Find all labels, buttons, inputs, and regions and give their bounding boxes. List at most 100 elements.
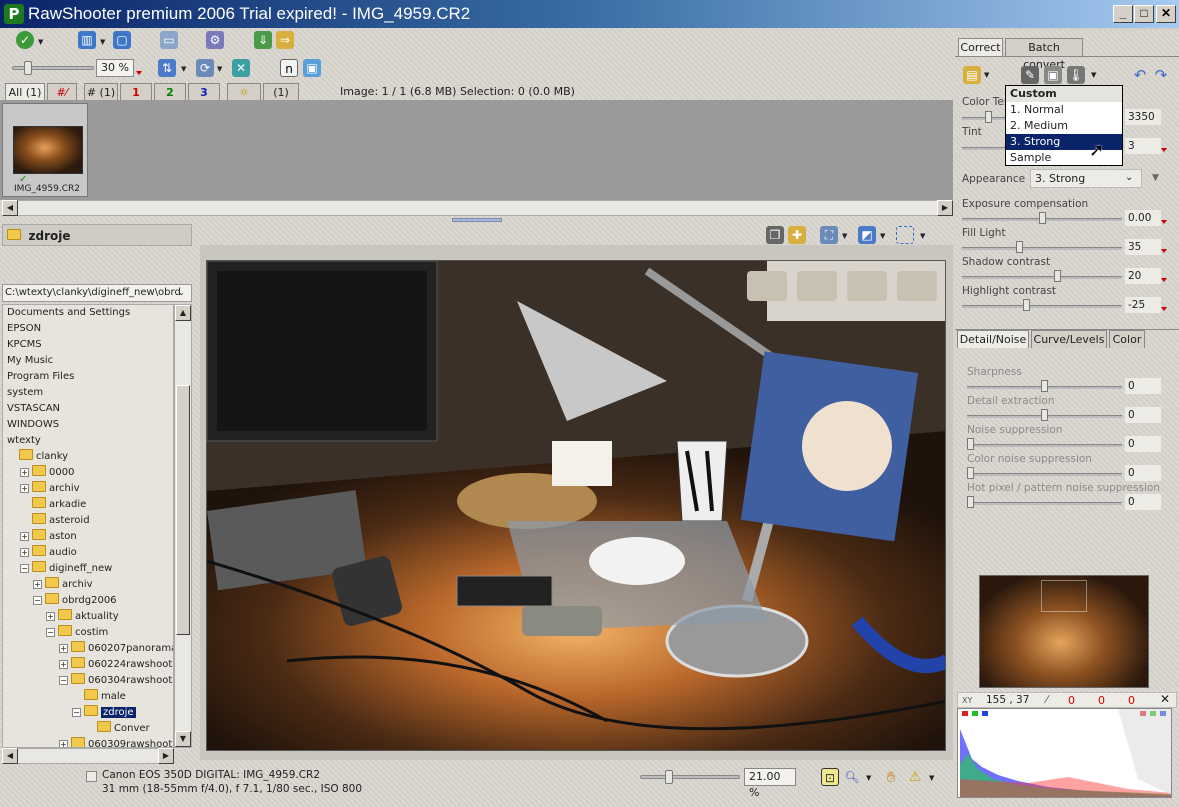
fit-window-icon[interactable]: ⊡: [821, 768, 839, 786]
tree-item[interactable]: Conver: [3, 721, 173, 737]
collapse-arrow-icon[interactable]: ▼: [1152, 173, 1159, 183]
tab-batch-convert[interactable]: Batch convert: [1005, 38, 1083, 71]
filter-tab-2[interactable]: 2: [154, 83, 186, 101]
menu-item-strong[interactable]: 3. Strong: [1006, 134, 1122, 150]
undo-icon[interactable]: ↶: [1131, 66, 1149, 84]
slider-value[interactable]: 0.00: [1125, 210, 1161, 226]
menu-item-normal[interactable]: 1. Normal: [1006, 102, 1122, 118]
tree-item[interactable]: male: [3, 689, 173, 705]
trash-icon[interactable]: ✕: [232, 59, 250, 77]
slider-handle[interactable]: [967, 496, 974, 508]
chevron-down-icon[interactable]: ⌄: [178, 288, 185, 297]
expand-icon[interactable]: +: [59, 740, 68, 747]
slider-track[interactable]: [967, 444, 1122, 447]
slider-track[interactable]: [962, 247, 1122, 250]
paste-icon[interactable]: ✚: [788, 226, 806, 244]
scroll-up-button[interactable]: ▲: [175, 305, 191, 321]
select-icon[interactable]: [896, 226, 914, 244]
tree-item[interactable]: − digineff_new: [3, 561, 173, 577]
slider-value[interactable]: 20: [1125, 268, 1161, 284]
chevron-down-icon[interactable]: ⌄: [1125, 172, 1133, 183]
chevron-down-icon[interactable]: ▼: [866, 774, 871, 782]
filter-tab-rejected[interactable]: #⁄: [47, 83, 77, 101]
scroll-left-button[interactable]: ◀: [2, 200, 18, 216]
slider-handle[interactable]: [1041, 380, 1048, 392]
tree-item[interactable]: asteroid: [3, 513, 173, 529]
tree-item[interactable]: − costim: [3, 625, 173, 641]
tree-item[interactable]: +060207panorama: [3, 641, 173, 657]
menu-item-sample[interactable]: Sample: [1006, 150, 1122, 166]
tree-item[interactable]: wtexty: [3, 433, 173, 449]
color-temperature-handle[interactable]: [985, 111, 992, 123]
layout-split-icon[interactable]: ▥: [78, 31, 96, 49]
maximize-button[interactable]: □: [1134, 5, 1154, 23]
image-toggle-icon[interactable]: ▣: [303, 59, 321, 77]
slider-handle[interactable]: [1015, 241, 1023, 253]
eyedropper-icon[interactable]: ⁄: [1046, 693, 1048, 706]
tree-item[interactable]: + aktuality: [3, 609, 173, 625]
tree-item[interactable]: − 060304rawshoot: [3, 673, 173, 689]
zoom-icon[interactable]: 🔍︎: [843, 768, 861, 786]
temperature-icon[interactable]: 🌡︎: [1067, 66, 1085, 84]
tree-item[interactable]: +060224rawshoot: [3, 657, 173, 673]
collapse-icon[interactable]: −: [59, 676, 68, 685]
slider-menu-marker[interactable]: [1161, 249, 1167, 253]
filter-tab-unrated[interactable]: # (1): [84, 83, 118, 101]
copy-icon[interactable]: ❐: [766, 226, 784, 244]
tree-item[interactable]: Program Files: [3, 369, 173, 385]
expand-icon[interactable]: +: [20, 548, 29, 557]
collapse-icon[interactable]: −: [33, 596, 42, 605]
slider-handle[interactable]: [1023, 299, 1031, 311]
folder-path-combobox[interactable]: C:\wtexty\clanky\digineff_new\obrd: [2, 284, 192, 302]
scroll-right-button[interactable]: ▶: [158, 748, 174, 764]
tab-color[interactable]: Color: [1109, 330, 1145, 348]
expand-icon[interactable]: +: [33, 580, 42, 589]
wb-preset-menu[interactable]: Custom 1. Normal 2. Medium 3. Strong Sam…: [1005, 85, 1123, 166]
tree-item[interactable]: VSTASCAN: [3, 401, 173, 417]
tree-item[interactable]: system: [3, 385, 173, 401]
minimize-button[interactable]: _: [1113, 5, 1133, 23]
eyedropper-icon[interactable]: ✎: [1021, 66, 1039, 84]
tree-item[interactable]: EPSON: [3, 321, 173, 337]
expand-icon[interactable]: +: [46, 612, 55, 621]
slider-handle[interactable]: [1038, 212, 1046, 224]
import-icon[interactable]: ⇓: [254, 31, 272, 49]
collapse-icon[interactable]: −: [46, 628, 55, 637]
expand-icon[interactable]: +: [59, 644, 68, 653]
export-icon[interactable]: ⇒: [276, 31, 294, 49]
monitor-icon[interactable]: ▭: [160, 31, 178, 49]
scroll-left-button[interactable]: ◀: [2, 748, 18, 764]
hand-icon[interactable]: ✋︎: [882, 768, 900, 786]
filter-tab-3[interactable]: 3: [188, 83, 220, 101]
tab-detail-noise[interactable]: Detail/Noise: [957, 330, 1029, 348]
navigator-viewport[interactable]: [1041, 580, 1087, 612]
viewer-zoom-slider[interactable]: [640, 775, 740, 779]
chevron-down-icon[interactable]: ▼: [1091, 71, 1096, 79]
tree-item[interactable]: KPCMS: [3, 337, 173, 353]
zoom-menu-marker[interactable]: [136, 71, 142, 75]
expand-icon[interactable]: +: [59, 660, 68, 669]
color-temperature-value[interactable]: 3350: [1125, 109, 1161, 125]
tree-item[interactable]: − obrdg2006: [3, 593, 173, 609]
tree-item[interactable]: clanky: [3, 449, 173, 465]
expand-icon[interactable]: +: [20, 532, 29, 541]
tree-item[interactable]: +0000: [3, 465, 173, 481]
close-button[interactable]: ✕: [1156, 5, 1176, 23]
filter-tab-all[interactable]: All (1): [5, 83, 45, 101]
filter-tab-star[interactable]: ☼: [227, 83, 261, 101]
collapse-icon[interactable]: −: [72, 708, 81, 717]
wb-card-icon[interactable]: ▣: [1044, 66, 1062, 84]
tree-item[interactable]: + audio: [3, 545, 173, 561]
chevron-down-icon[interactable]: ▼: [984, 71, 989, 79]
tree-item[interactable]: My Music: [3, 353, 173, 369]
slider-menu-marker[interactable]: [1161, 278, 1167, 282]
slider-handle[interactable]: [967, 438, 974, 450]
slider-value[interactable]: 35: [1125, 239, 1161, 255]
scroll-down-button[interactable]: ▼: [175, 731, 191, 747]
collapse-icon[interactable]: −: [20, 564, 29, 573]
thumbnail-image[interactable]: [13, 126, 83, 174]
chevron-down-icon[interactable]: ▼: [181, 65, 186, 73]
slider-track[interactable]: [967, 473, 1122, 476]
chevron-down-icon[interactable]: ▼: [880, 232, 885, 240]
compare-icon[interactable]: ◩: [858, 226, 876, 244]
